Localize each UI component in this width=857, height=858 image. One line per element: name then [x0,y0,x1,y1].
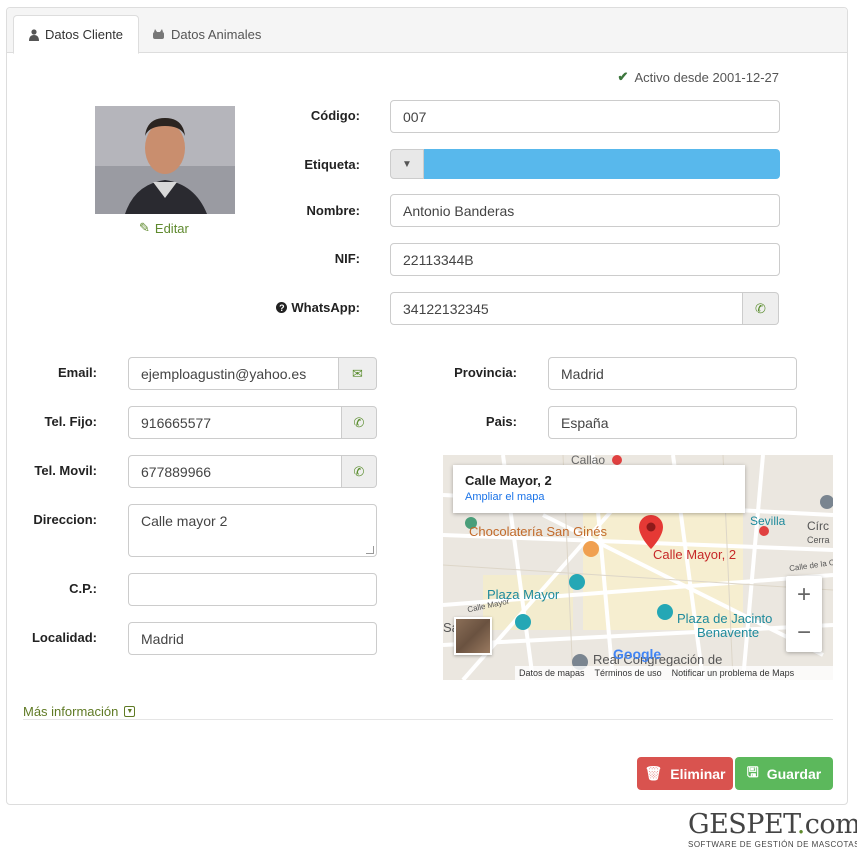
logo-dot: . [796,809,806,840]
direccion-value: Calle mayor 2 [141,513,228,529]
provincia-input[interactable]: Madrid [548,357,797,390]
map-label-plaza-jacinto: Plaza de Jacinto [677,611,773,626]
client-photo [95,106,235,214]
tel-fijo-label: Tel. Fijo: [44,414,97,429]
user-icon [29,28,39,41]
edit-label: Editar [154,220,189,236]
trash-icon: 🗑 [644,765,663,781]
status-text: ✔ Activo desde 2001-12-27 [618,69,779,85]
section-divider [23,719,833,720]
tel-movil-label: Tel. Movil: [34,463,97,478]
tab-datos-animales[interactable]: Datos Animales [137,15,276,54]
caret-down-icon: ▼ [402,158,412,170]
map-zoom-controls: + − [786,576,822,652]
email-input[interactable]: ejemploagustin@yahoo.es [128,357,339,390]
delete-label: Eliminar [670,765,726,782]
status-label: Activo desde 2001-12-27 [634,69,779,85]
delete-button[interactable]: 🗑 Eliminar [637,757,733,790]
envelope-icon: ✉ [352,365,363,381]
call-movil-button[interactable]: ✆ [342,455,377,488]
map-label-chocolateria: Chocolatería San Ginés [469,524,608,539]
map-label-sevilla: Sevilla [750,514,786,528]
map-footer: Datos de mapas Términos de uso Notificar… [515,666,833,680]
question-circle-icon[interactable]: ? [276,302,288,313]
logo-tagline: SOFTWARE DE GESTIÓN DE MASCOTAS [688,840,857,849]
nombre-input[interactable]: Antonio Banderas [390,194,780,227]
provincia-label: Provincia: [454,365,517,380]
map-label-cerra: Cerra [807,535,830,545]
whatsapp-label-text: WhatsApp: [291,300,360,315]
portrait-image [95,106,235,214]
save-button[interactable]: 🖫 Guardar [735,757,833,790]
email-label: Email: [57,365,97,380]
save-icon: 🖫 [746,763,759,780]
tel-movil-input[interactable]: 677889966 [128,455,342,488]
tab-label: Datos Animales [171,27,262,42]
nombre-label: Nombre: [306,203,360,218]
more-info-label: Más información [23,704,119,719]
logo-brand: GESPET [688,809,797,840]
pais-label: Pais: [485,414,517,429]
nif-input[interactable]: 22113344B [390,243,780,276]
map-info-card: Calle Mayor, 2 Ampliar el mapa [453,465,745,513]
tab-datos-cliente[interactable]: Datos Cliente [13,15,140,54]
map-label-circ: Círc [807,519,829,533]
tab-bar: Datos Cliente Datos Animales [7,8,847,54]
more-info-toggle[interactable]: Más información ▼ [23,704,136,719]
resize-handle-icon[interactable] [366,546,374,554]
map-label-benavente: Benavente [697,625,760,640]
whatsapp-input[interactable]: 34122132345 [390,292,743,325]
tel-fijo-input[interactable]: 916665577 [128,406,342,439]
etiqueta-color-swatch[interactable] [424,149,780,179]
call-fijo-button[interactable]: ✆ [342,406,377,439]
edit-photo-link[interactable]: ✎ Editar [139,220,189,236]
tab-label: Datos Cliente [45,27,124,42]
nif-label: NIF: [334,251,360,266]
location-map[interactable]: Callao Chocolatería San Ginés Calle Mayo… [443,455,833,680]
paw-icon [153,29,164,39]
etiqueta-dropdown-button[interactable]: ▼ [390,149,424,179]
map-card-title: Calle Mayor, 2 [465,473,552,488]
caret-square-down-icon: ▼ [124,706,136,717]
map-terms-link[interactable]: Términos de uso [595,668,662,678]
map-report-link[interactable]: Notificar un problema de Maps [672,668,795,678]
zoom-in-button[interactable]: + [786,576,822,614]
localidad-label: Localidad: [31,630,97,645]
direccion-label: Direccion: [33,512,97,527]
direccion-textarea[interactable]: Calle mayor 2 [128,504,377,557]
phone-icon: ✆ [353,463,365,479]
whatsapp-button[interactable]: ✆ [743,292,779,325]
etiqueta-label: Etiqueta: [304,157,360,172]
zoom-out-button[interactable]: − [786,614,822,652]
gespet-logo: GESPET.com SOFTWARE DE GESTIÓN DE MASCOT… [688,809,857,855]
codigo-input[interactable]: 007 [390,100,780,133]
check-icon: ✔ [617,69,629,84]
client-panel: Datos Cliente Datos Animales ✔ Activo de… [6,7,848,805]
edit-icon: ✎ [139,220,150,235]
cp-input[interactable] [128,573,377,606]
logo-tld: com [804,809,857,840]
send-email-button[interactable]: ✉ [339,357,377,390]
pais-input[interactable]: España [548,406,797,439]
localidad-input[interactable]: Madrid [128,622,377,655]
map-data-link[interactable]: Datos de mapas [519,668,585,678]
satellite-toggle[interactable] [454,617,492,655]
cp-label: C.P.: [69,581,97,596]
whatsapp-label: ? WhatsApp: [257,300,360,315]
save-label: Guardar [766,765,822,782]
codigo-label: Código: [310,108,360,123]
google-logo: Google [613,646,662,662]
whatsapp-icon: ✆ [755,300,766,316]
map-enlarge-link[interactable]: Ampliar el mapa [465,491,733,503]
map-label-calle-mayor: Calle Mayor, 2 [653,547,737,562]
phone-icon: ✆ [353,414,365,430]
